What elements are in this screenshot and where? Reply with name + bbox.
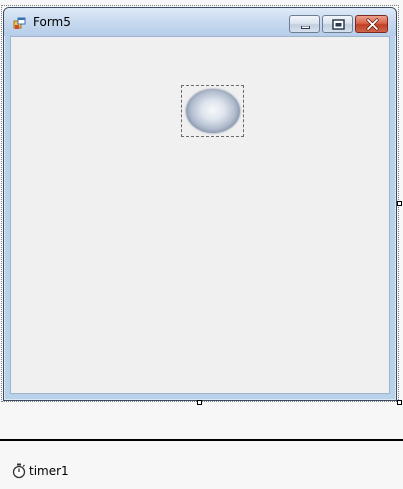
title-bar[interactable]: Form5	[4, 8, 396, 36]
close-button[interactable]	[355, 15, 388, 33]
resize-handle-corner[interactable]	[397, 400, 402, 405]
stopwatch-icon	[12, 463, 26, 479]
close-icon	[366, 18, 379, 31]
minimize-icon	[301, 26, 310, 29]
resize-handle-right[interactable]	[397, 201, 402, 206]
round-image-button[interactable]	[181, 85, 244, 137]
form-client-area[interactable]	[10, 36, 390, 394]
windows-form-icon	[13, 16, 27, 30]
resize-handle-bottom[interactable]	[197, 400, 202, 405]
maximize-icon	[332, 19, 345, 30]
designer-surface: Form5	[0, 0, 403, 440]
round-button-image	[186, 89, 240, 133]
component-tray: timer1	[0, 441, 403, 489]
minimize-button[interactable]	[289, 15, 320, 33]
form-title: Form5	[33, 15, 71, 29]
maximize-button[interactable]	[322, 15, 353, 33]
tray-component-label: timer1	[29, 464, 69, 478]
form-window[interactable]: Form5	[3, 7, 397, 401]
